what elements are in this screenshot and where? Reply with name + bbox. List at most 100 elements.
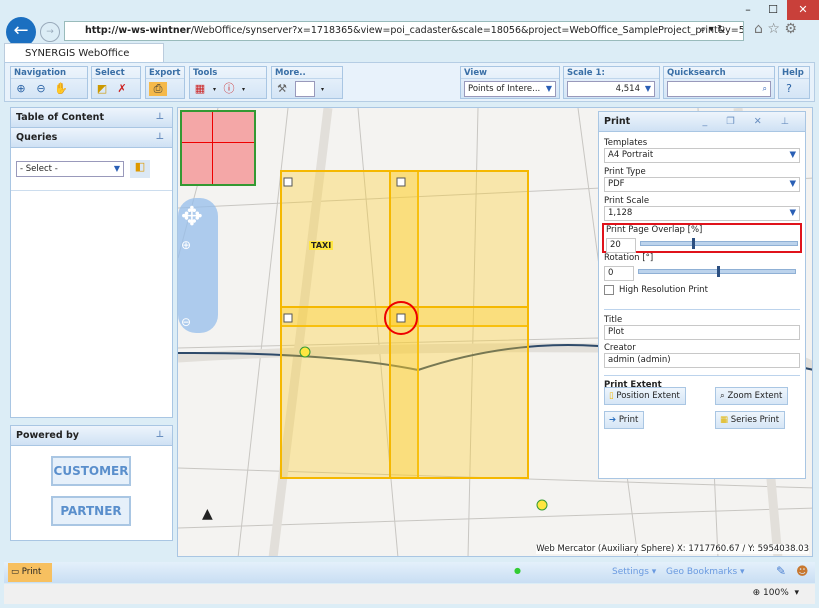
series-print-button[interactable]: ▦ Series Print [715, 411, 785, 429]
hires-checkbox[interactable] [604, 285, 614, 295]
pin-icon[interactable]: ⊥ [156, 426, 164, 445]
geo-bookmarks-menu[interactable]: Geo Bookmarks ▾ [666, 567, 745, 577]
scale-value: 4,514 [616, 84, 640, 94]
rotation-slider[interactable] [638, 269, 796, 274]
queries-title: Queries [16, 132, 57, 143]
powered-by-panel: Powered by ⊥ CUSTOMER PARTNER [10, 425, 173, 541]
scale-select[interactable]: 4,514 ▼ [567, 81, 655, 97]
browser-status-bar: ⊕ 100% ▾ [4, 584, 815, 604]
grid-icon: ▦ [720, 415, 728, 425]
overlap-slider[interactable] [640, 241, 798, 246]
north-arrow-icon: ▲ [202, 506, 213, 522]
more-select[interactable] [295, 81, 315, 97]
status-bar: ▭ Print ● Settings ▾ Geo Bookmarks ▾ ✎ ☻ [4, 562, 815, 583]
rotation-input[interactable]: 0 [604, 266, 634, 281]
help-group: Help? [778, 66, 810, 99]
url-host: http://w-ws-wintner [85, 25, 191, 36]
user-icon[interactable]: ☻ [796, 564, 809, 578]
chevron-down-icon: ▼ [114, 162, 120, 176]
hires-label: High Resolution Print [619, 285, 708, 295]
overlap-input[interactable]: 20 [606, 238, 636, 253]
group-title: Scale 1: [564, 67, 659, 79]
browser-tab[interactable]: SYNERGIS WebOffice Web...✕ [4, 43, 164, 63]
templates-select[interactable]: A4 Portrait ▼ [604, 148, 800, 163]
pencil-icon[interactable]: ✎ [776, 564, 786, 578]
chevron-down-icon: ▼ [546, 82, 552, 96]
title-input[interactable]: Plot [604, 325, 800, 340]
position-extent-button[interactable]: ▯ Position Extent [604, 387, 686, 405]
chevron-down-icon: ▼ [789, 149, 796, 162]
info-icon[interactable]: ⓘ [222, 82, 236, 96]
zoom-out-icon[interactable]: ⊖ [34, 82, 48, 96]
print-button-label: Print [619, 415, 639, 425]
address-bar[interactable]: http://w-ws-wintner/WebOffice/synserver?… [64, 21, 744, 41]
group-title: Export [146, 67, 184, 79]
close-window-button[interactable]: ✕ [787, 0, 819, 20]
overlap-highlight: Print Page Overlap [%] 20 [602, 223, 802, 253]
minimize-button[interactable]: – [735, 0, 761, 20]
slider-thumb[interactable] [692, 238, 695, 249]
print-type-select[interactable]: PDF▼ [604, 177, 800, 192]
coordinate-readout: Web Mercator (Auxiliary Sphere) X: 17177… [536, 544, 809, 554]
magnifier-icon: ⌕ [720, 391, 725, 401]
select-icon[interactable]: ◩ [95, 82, 109, 96]
select-group: Select◩✗ [91, 66, 141, 99]
clear-selection-icon[interactable]: ✗ [115, 82, 129, 96]
group-title: Help [779, 67, 809, 79]
templates-value: A4 Portrait [608, 150, 653, 160]
geo-bookmarks-label: Geo Bookmarks [666, 567, 737, 577]
query-tool-icon[interactable]: ◧ [130, 160, 150, 178]
toc-header[interactable]: Table of Content⊥ [11, 108, 172, 128]
help-icon[interactable]: ? [782, 82, 796, 96]
search-refresh-icons[interactable]: ⌕ ▾ ↻ [700, 24, 725, 35]
group-title: More.. [272, 67, 342, 79]
print-button[interactable]: ➔ Print [604, 411, 644, 429]
powered-by-title: Powered by [16, 430, 79, 441]
partner-logo[interactable]: PARTNER [51, 496, 131, 526]
search-icon[interactable]: ⌕ [763, 82, 767, 96]
print-grid [281, 171, 528, 478]
overview-map[interactable] [180, 110, 256, 186]
slider-thumb[interactable] [717, 266, 720, 277]
series-print-label: Series Print [731, 415, 779, 425]
templates-label: Templates [604, 138, 800, 148]
zoom-in-icon[interactable]: ⊕ [181, 238, 191, 252]
group-title: View [461, 67, 559, 79]
status-indicator-icon: ● [514, 566, 521, 575]
zoom-out-icon[interactable]: ⊖ [181, 315, 191, 329]
query-select[interactable]: - Select -▼ [16, 161, 124, 177]
print-icon[interactable]: ⎙ [149, 82, 167, 96]
arrow-right-icon: ➔ [609, 415, 616, 425]
chevron-down-icon: ▼ [645, 82, 651, 96]
map-view[interactable]: ✥ ⊕ ⊖ TAXI ▲ Web Mercator (Auxiliary Sph… [177, 107, 813, 557]
pan-arrows-icon[interactable]: ✥ [181, 202, 203, 232]
print-type-value: PDF [608, 179, 625, 189]
language-flag-icon[interactable]: ▦ [193, 82, 207, 96]
tools-group: Tools▦▾ⓘ▾ [189, 66, 267, 99]
print-header: Print_ ❐ ✕ ⊥ [599, 112, 805, 132]
settings-menu[interactable]: Settings ▾ [612, 567, 656, 577]
pan-hand-icon[interactable]: ✋ [54, 82, 68, 96]
pin-icon[interactable]: ⊥ [156, 128, 164, 147]
queries-header[interactable]: Queries ⊥ [11, 128, 172, 148]
print-taskbar-button[interactable]: ▭ Print [8, 563, 52, 582]
forward-button[interactable]: → [40, 22, 60, 42]
zoom-in-icon[interactable]: ⊕ [14, 82, 28, 96]
print-scale-select[interactable]: 1,128▼ [604, 206, 800, 221]
navigation-control[interactable]: ✥ ⊕ ⊖ [178, 198, 218, 333]
scale-group: Scale 1: 4,514 ▼ [563, 66, 660, 99]
customer-logo[interactable]: CUSTOMER [51, 456, 131, 486]
creator-input[interactable]: admin (admin) [604, 353, 800, 368]
rectangle-icon: ▯ [609, 391, 614, 401]
zoom-level[interactable]: ⊕ 100% ▾ [753, 588, 799, 598]
group-title: Tools [190, 67, 266, 79]
home-star-gear-icons[interactable]: ⌂ ☆ ⚙ [754, 21, 797, 37]
view-select[interactable]: Points of Intere...▼ [464, 81, 556, 97]
panel-window-controls[interactable]: _ ❐ ✕ ⊥ [702, 112, 797, 131]
zoom-extent-button[interactable]: ⌕ Zoom Extent [715, 387, 788, 405]
quicksearch-input[interactable]: ⌕ [667, 81, 771, 97]
pin-icon[interactable]: ⊥ [156, 108, 164, 127]
hammer-icon[interactable]: ⚒ [275, 82, 289, 96]
maximize-button[interactable]: ☐ [760, 0, 786, 20]
zoom-value: 100% [763, 588, 789, 598]
